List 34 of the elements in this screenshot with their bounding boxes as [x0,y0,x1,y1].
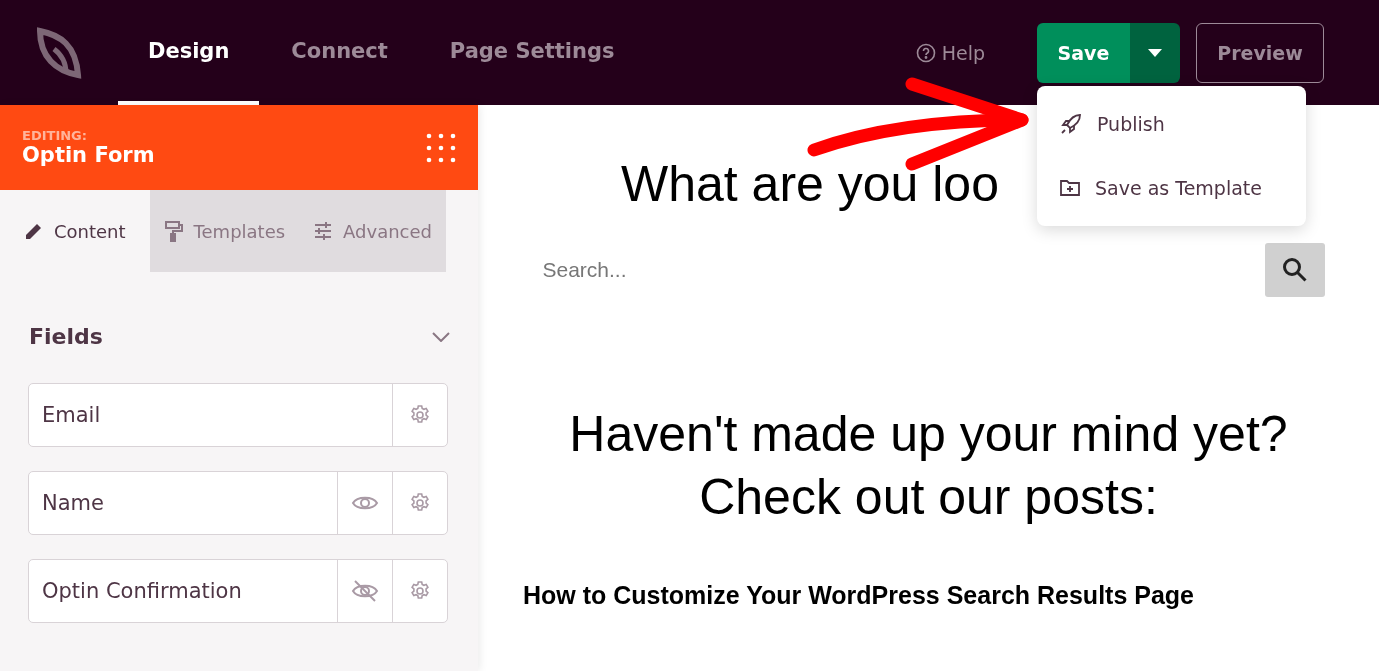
editing-label: EDITING: [22,128,88,143]
field-label: Optin Confirmation [41,578,243,605]
save-button[interactable]: Save [1037,22,1130,83]
preview-button[interactable]: Preview [1196,22,1324,83]
sliders-icon [313,221,334,241]
search-icon [1281,257,1308,283]
search-field[interactable]: Search... [532,257,1265,283]
field-row[interactable]: Email [28,383,448,447]
nav-tab[interactable]: Connect [261,0,418,105]
menu-item[interactable]: Publish [1037,92,1306,156]
field-label: Name [41,490,105,517]
editing-title: Optin Form [22,143,156,167]
field-row[interactable]: Name [28,471,448,535]
pencil-icon [24,221,44,241]
field-row[interactable]: Optin Confirmation [28,559,448,623]
grid-dots-icon[interactable] [426,132,456,163]
chevron-icon[interactable] [432,331,450,342]
field-label: Email [41,402,102,429]
folder-plus-icon [1059,178,1081,198]
nav-tab[interactable]: Page Settings [419,0,645,105]
help-link[interactable]: Help [909,0,991,105]
post-title-link[interactable]: How to Customize Your WordPress Search Results Page [523,581,1194,610]
search-button[interactable] [1264,243,1325,297]
section-title: Fields [29,324,103,349]
eye-slash-icon [351,579,379,603]
posts-heading: Haven't made up your mind yet? Check out our posts: [569,405,1288,527]
leaf-logo-icon[interactable] [34,26,84,79]
paint-roller-icon [163,220,184,242]
help-icon [915,42,936,63]
rocket-icon [1059,112,1083,136]
menu-item[interactable]: Save as Template [1037,156,1306,220]
page-heading: What are you loo [621,155,999,213]
caret-icon [1148,48,1162,57]
save-options-button[interactable] [1130,22,1180,83]
